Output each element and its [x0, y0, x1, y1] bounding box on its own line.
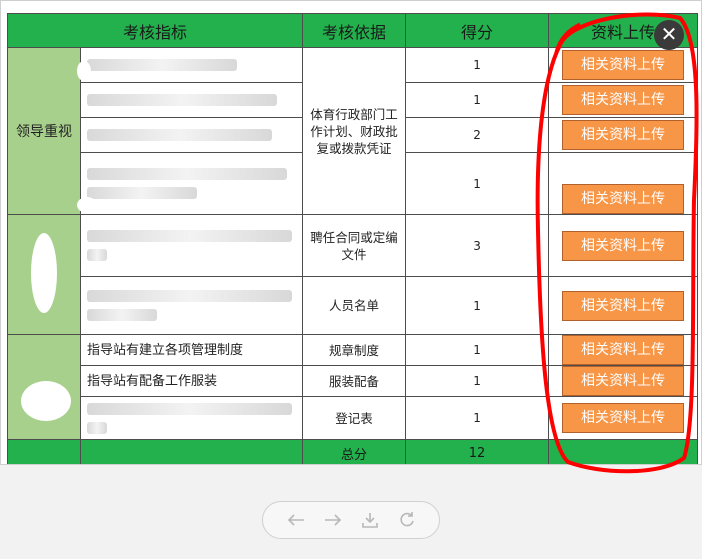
redacted-text — [87, 129, 272, 141]
basis-cell: 服装配备 — [302, 365, 407, 397]
header-score: 得分 — [405, 13, 550, 48]
upload-cell: 相关资料上传 — [548, 214, 699, 277]
basis-cell: 聘任合同或定编文件 — [302, 214, 407, 277]
upload-button[interactable]: 相关资料上传 — [562, 290, 685, 321]
redaction-scribble — [21, 381, 71, 421]
indicator-cell — [79, 276, 304, 335]
refresh-icon[interactable] — [395, 508, 419, 532]
table-row: 指导站有配备工作服装 服装配备 1 相关资料上传 — [8, 365, 699, 397]
upload-button[interactable]: 相关资料上传 — [562, 335, 685, 365]
basis-cell: 体育行政部门工作计划、财政批复或拨款凭证 — [302, 47, 407, 215]
table-row: 登记表 1 相关资料上传 — [8, 396, 699, 440]
upload-button[interactable]: 相关资料上传 — [562, 184, 685, 214]
upload-cell: 相关资料上传 — [548, 276, 699, 335]
redaction-scribble — [77, 197, 97, 213]
upload-cell: 相关资料上传 — [548, 47, 699, 83]
indicator-cell: 指导站有配备工作服装 — [79, 365, 304, 397]
basis-cell: 登记表 — [302, 396, 407, 440]
upload-button[interactable]: 相关资料上传 — [562, 50, 685, 80]
score-cell: 2 — [405, 117, 550, 153]
score-cell: 1 — [405, 82, 550, 118]
redaction-scribble — [31, 233, 57, 313]
score-cell: 1 — [405, 396, 550, 440]
upload-cell: 相关资料上传 — [548, 82, 699, 118]
redacted-text — [87, 59, 237, 71]
assessment-table: 考核指标 考核依据 得分 资料上传 领导重视 体育行政部门工作计划、财政批复或拨… — [6, 13, 699, 464]
total-empty-cell — [548, 439, 699, 464]
upload-cell: 相关资料上传 — [548, 334, 699, 366]
upload-button[interactable]: 相关资料上传 — [562, 403, 685, 433]
image-viewer: 考核指标 考核依据 得分 资料上传 领导重视 体育行政部门工作计划、财政批复或拨… — [0, 0, 702, 559]
score-cell: 1 — [405, 365, 550, 397]
total-label: 总分 — [302, 439, 407, 464]
score-cell: 1 — [405, 47, 550, 83]
basis-cell: 人员名单 — [302, 276, 407, 335]
total-row: 总分 12 — [7, 439, 699, 464]
total-value: 12 — [405, 439, 550, 464]
upload-button[interactable]: 相关资料上传 — [562, 120, 685, 150]
total-empty-cell — [79, 439, 304, 464]
table-row: 领导重视 体育行政部门工作计划、财政批复或拨款凭证 1 相关资料上传 — [7, 47, 699, 215]
upload-button[interactable]: 相关资料上传 — [562, 366, 685, 396]
total-empty-cell — [7, 439, 81, 464]
upload-button[interactable]: 相关资料上传 — [562, 230, 685, 261]
arrow-right-icon[interactable] — [321, 508, 345, 532]
indicator-cell: 指导站有建立各项管理制度 — [79, 334, 304, 366]
redacted-text — [87, 421, 107, 434]
upload-cell: 相关资料上传 — [548, 396, 699, 440]
basis-cell: 规章制度 — [302, 334, 407, 366]
indicator-cell — [79, 117, 304, 153]
upload-cell: 相关资料上传 — [548, 152, 699, 215]
score-cell: 3 — [405, 214, 550, 277]
upload-cell: 相关资料上传 — [548, 365, 699, 397]
redacted-text — [87, 94, 277, 106]
indicator-cell — [79, 152, 304, 215]
category-leadership: 领导重视 — [7, 47, 81, 215]
redacted-text — [87, 402, 292, 415]
redacted-text — [87, 187, 197, 199]
redacted-text — [87, 290, 292, 302]
redacted-text — [87, 230, 292, 242]
indicator-cell — [79, 396, 304, 440]
redaction-scribble — [77, 61, 91, 81]
redacted-text — [87, 168, 287, 180]
score-cell: 1 — [405, 334, 550, 366]
viewer-toolbar — [262, 501, 440, 539]
redacted-text — [87, 309, 157, 321]
header-basis: 考核依据 — [302, 13, 407, 48]
table-row: 指导站有建立各项管理制度 规章制度 1 相关资料上传 — [7, 334, 699, 440]
score-cell: 1 — [405, 276, 550, 335]
assessment-sheet: 考核指标 考核依据 得分 资料上传 领导重视 体育行政部门工作计划、财政批复或拨… — [0, 0, 702, 465]
table-row: 人员名单 1 相关资料上传 — [8, 276, 699, 335]
indicator-cell — [79, 47, 304, 83]
close-icon[interactable]: ✕ — [654, 20, 684, 50]
header-row: 考核指标 考核依据 得分 资料上传 — [6, 13, 699, 48]
redacted-text — [87, 249, 107, 261]
table-row: 聘任合同或定编文件 3 相关资料上传 — [7, 214, 699, 335]
upload-button[interactable]: 相关资料上传 — [562, 85, 685, 115]
upload-cell: 相关资料上传 — [548, 117, 699, 153]
arrow-left-icon[interactable] — [284, 508, 308, 532]
indicator-cell — [79, 214, 304, 277]
score-cell: 1 — [405, 152, 550, 215]
indicator-cell — [79, 82, 304, 118]
header-indicator: 考核指标 — [6, 13, 304, 48]
download-icon[interactable] — [358, 508, 382, 532]
